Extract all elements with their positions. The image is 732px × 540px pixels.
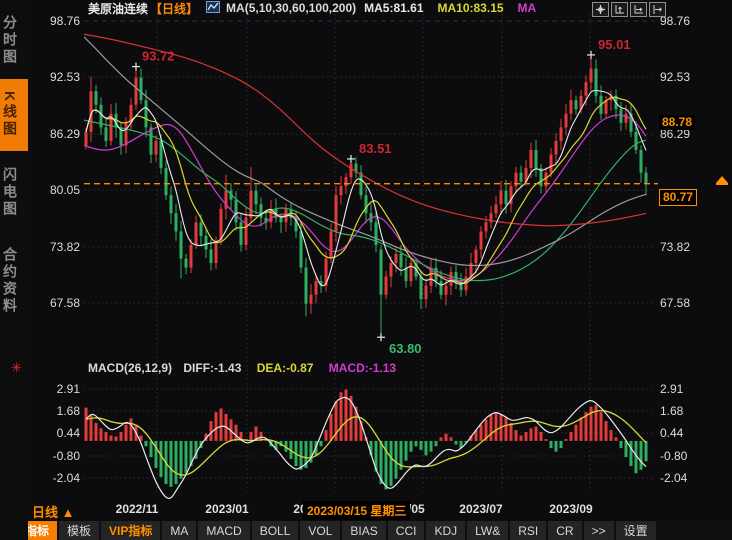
svg-text:93.72: 93.72	[142, 49, 175, 64]
alarm-icon[interactable]: ✳	[11, 360, 22, 376]
y-axis-label: 92.53	[30, 70, 80, 84]
y-axis-label: -2.04	[660, 471, 720, 485]
last-price-tag: 80.77	[659, 189, 697, 206]
svg-text:63.80: 63.80	[389, 341, 422, 356]
y-axis-label: 2.91	[30, 382, 80, 396]
period-tag: 【日线】	[150, 0, 198, 17]
zoom-y-axis-icon[interactable]	[611, 2, 628, 17]
x-axis-label: 2023/09	[549, 502, 592, 516]
tab-lw[interactable]: LW&	[467, 521, 508, 540]
macd-title: MACD(26,12,9)	[88, 361, 172, 375]
tab-templates[interactable]: 模板	[59, 521, 99, 540]
tab-cr[interactable]: CR	[548, 521, 581, 540]
x-axis-label: 2022/11	[116, 502, 159, 516]
period-selector[interactable]: 日线 ▲	[32, 502, 74, 521]
sidebar-item-flash-chart[interactable]: 闪电图	[0, 156, 28, 228]
app-window: 93.72 83.51 95.01 63.80 ✳ 分时图 K线图闪电图合约资料 美原油…	[0, 0, 732, 540]
tab-vol[interactable]: VOL	[300, 521, 340, 540]
x-axis-label: 2023/07	[459, 502, 502, 516]
tab-macd[interactable]: MACD	[198, 521, 249, 540]
y-axis-label: 98.76	[660, 14, 720, 28]
tab-cci[interactable]: CCI	[388, 521, 425, 540]
y-axis-label: -0.80	[660, 449, 720, 463]
y-axis-label: 0.44	[30, 426, 80, 440]
sidebar-item-contract-info[interactable]: 合约资料	[0, 233, 28, 329]
sidebar-item-kline-chart[interactable]: K线图	[0, 79, 28, 151]
ma30-value: MA	[518, 1, 537, 15]
reference-price-tag: 88.78	[659, 115, 695, 130]
y-axis-label: 2.91	[660, 382, 720, 396]
tab-ma[interactable]: MA	[162, 521, 196, 540]
tab-rsi[interactable]: RSI	[510, 521, 546, 540]
svg-text:95.01: 95.01	[598, 37, 631, 52]
y-axis-label: 92.53	[660, 70, 720, 84]
crosshair-tool-icon[interactable]	[592, 2, 609, 17]
y-axis-label: 0.44	[660, 426, 720, 440]
pan-right-icon[interactable]	[649, 2, 666, 17]
zoom-x-axis-icon[interactable]	[630, 2, 647, 17]
y-axis-label: 73.82	[30, 240, 80, 254]
dea-value: DEA:-0.87	[257, 361, 314, 375]
date-tooltip: 2023/03/15 星期三	[303, 501, 410, 520]
diff-value: DIFF:-1.43	[183, 361, 241, 375]
price-arrow-marker	[716, 176, 728, 183]
sidebar: ✳ 分时图 K线图闪电图合约资料	[0, 0, 28, 540]
y-axis-label: 73.82	[660, 240, 720, 254]
x-axis-row: 日线 ▲ 2023/03/15 星期三 2022/11 2023/01 2023/0…	[0, 500, 732, 521]
sidebar-item-time-chart[interactable]: 分时图	[0, 4, 28, 76]
y-axis-label: 98.76	[30, 14, 80, 28]
chart-type-icon[interactable]	[206, 1, 220, 16]
tab-vip-indicators[interactable]: VIP指标	[101, 521, 160, 540]
y-axis-label: 80.05	[30, 183, 80, 197]
chart-toolbar	[592, 2, 666, 17]
x-axis-label: 2023/01	[205, 502, 248, 516]
tab-bias[interactable]: BIAS	[342, 521, 385, 540]
symbol-title: 美原油连续	[88, 0, 148, 17]
price-macd-chart[interactable]: 93.72 83.51 95.01 63.80	[0, 0, 732, 540]
macd-value: MACD:-1.13	[329, 361, 396, 375]
y-axis-label: 86.29	[30, 127, 80, 141]
y-axis-label: -2.04	[30, 471, 80, 485]
ma-settings-label: MA(5,10,30,60,100,200)	[226, 1, 356, 15]
macd-header: MACD(26,12,9) DIFF:-1.43 DEA:-0.87 MACD:…	[88, 361, 396, 375]
ma10-value: MA10:83.15	[438, 1, 504, 15]
tab-more[interactable]: >>	[584, 521, 614, 540]
y-axis-label: 1.68	[660, 404, 720, 418]
ma5-value: MA5:81.61	[364, 1, 423, 15]
tab-settings[interactable]: 设置	[616, 521, 656, 540]
y-axis-label: 67.58	[660, 296, 720, 310]
chart-header: 美原油连续 【日线】 MA(5,10,30,60,100,200) MA5:81…	[88, 1, 536, 15]
y-axis-label: 67.58	[30, 296, 80, 310]
y-axis-label: -0.80	[30, 449, 80, 463]
svg-text:83.51: 83.51	[359, 141, 392, 156]
indicator-tabbar: 指标模板VIP指标MAMACDBOLLVOLBIASCCIKDJLW&RSICR…	[0, 521, 732, 540]
tab-boll[interactable]: BOLL	[252, 521, 299, 540]
tab-kdj[interactable]: KDJ	[426, 521, 465, 540]
y-axis-label: 1.68	[30, 404, 80, 418]
